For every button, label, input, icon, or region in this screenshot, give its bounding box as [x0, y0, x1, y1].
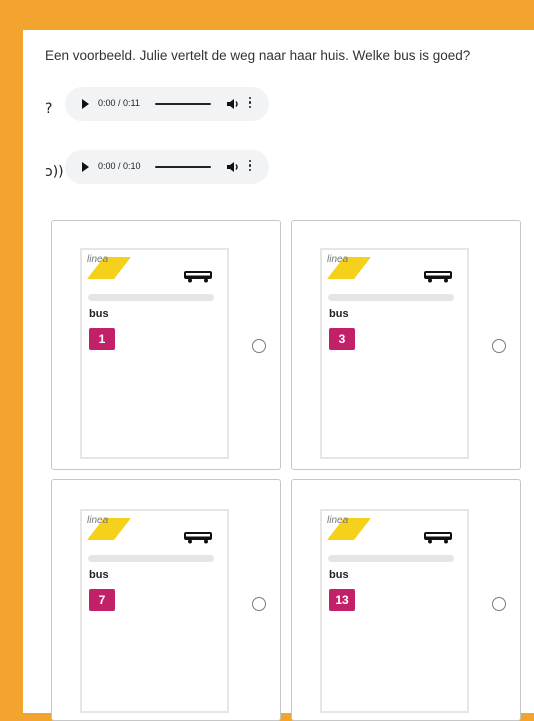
logo-text: linea [87, 515, 109, 526]
audio-player[interactable]: 0:00 / 0:10 [65, 150, 269, 184]
bus-number-badge: 7 [89, 589, 115, 611]
placeholder-bar [328, 555, 454, 562]
play-icon[interactable] [82, 162, 89, 172]
answer-option-13[interactable]: linea bus 13 [291, 479, 521, 721]
answer-option-7[interactable]: linea bus 7 [51, 479, 281, 721]
more-options-icon[interactable] [248, 97, 252, 111]
answer-radio[interactable] [492, 339, 506, 353]
logo-text: linea [327, 515, 349, 526]
logo-text: linea [87, 254, 109, 265]
bus-label: bus [89, 308, 109, 320]
progress-slider[interactable] [155, 166, 211, 168]
audio-player[interactable]: 0:00 / 0:11 [65, 87, 269, 121]
bus-number-badge: 13 [329, 589, 355, 611]
audio-row-question: ? 0:00 / 0:11 [23, 87, 323, 123]
bus-card: linea bus 13 [320, 509, 469, 713]
more-options-icon[interactable] [248, 160, 252, 174]
bus-card: linea bus 1 [80, 248, 229, 459]
answer-radio[interactable] [252, 597, 266, 611]
audio-time: 0:00 / 0:10 [98, 161, 141, 171]
answer-radio[interactable] [252, 339, 266, 353]
placeholder-bar [88, 294, 214, 301]
volume-icon[interactable] [225, 96, 241, 112]
placeholder-bar [88, 555, 214, 562]
bus-icon [184, 532, 212, 544]
bus-number-badge: 3 [329, 328, 355, 350]
page: Een voorbeeld. Julie vertelt de weg naar… [23, 30, 534, 721]
question-icon: ? [45, 101, 53, 117]
progress-slider[interactable] [155, 103, 211, 105]
answer-option-1[interactable]: linea bus 1 [51, 220, 281, 470]
question-text: Een voorbeeld. Julie vertelt de weg naar… [45, 48, 471, 63]
bus-icon [424, 271, 452, 283]
placeholder-bar [328, 294, 454, 301]
bus-icon [424, 532, 452, 544]
bus-card: linea bus 3 [320, 248, 469, 459]
ear-icon: ↄ)) [45, 164, 64, 180]
logo-text: linea [327, 254, 349, 265]
audio-time: 0:00 / 0:11 [98, 98, 140, 108]
bus-number-badge: 1 [89, 328, 115, 350]
volume-icon[interactable] [225, 159, 241, 175]
bus-label: bus [89, 569, 109, 581]
answer-radio[interactable] [492, 597, 506, 611]
bus-label: bus [329, 308, 349, 320]
bus-label: bus [329, 569, 349, 581]
bus-icon [184, 271, 212, 283]
audio-row-ear: ↄ)) 0:00 / 0:10 [23, 150, 323, 186]
answer-option-3[interactable]: linea bus 3 [291, 220, 521, 470]
bus-card: linea bus 7 [80, 509, 229, 713]
play-icon[interactable] [82, 99, 89, 109]
